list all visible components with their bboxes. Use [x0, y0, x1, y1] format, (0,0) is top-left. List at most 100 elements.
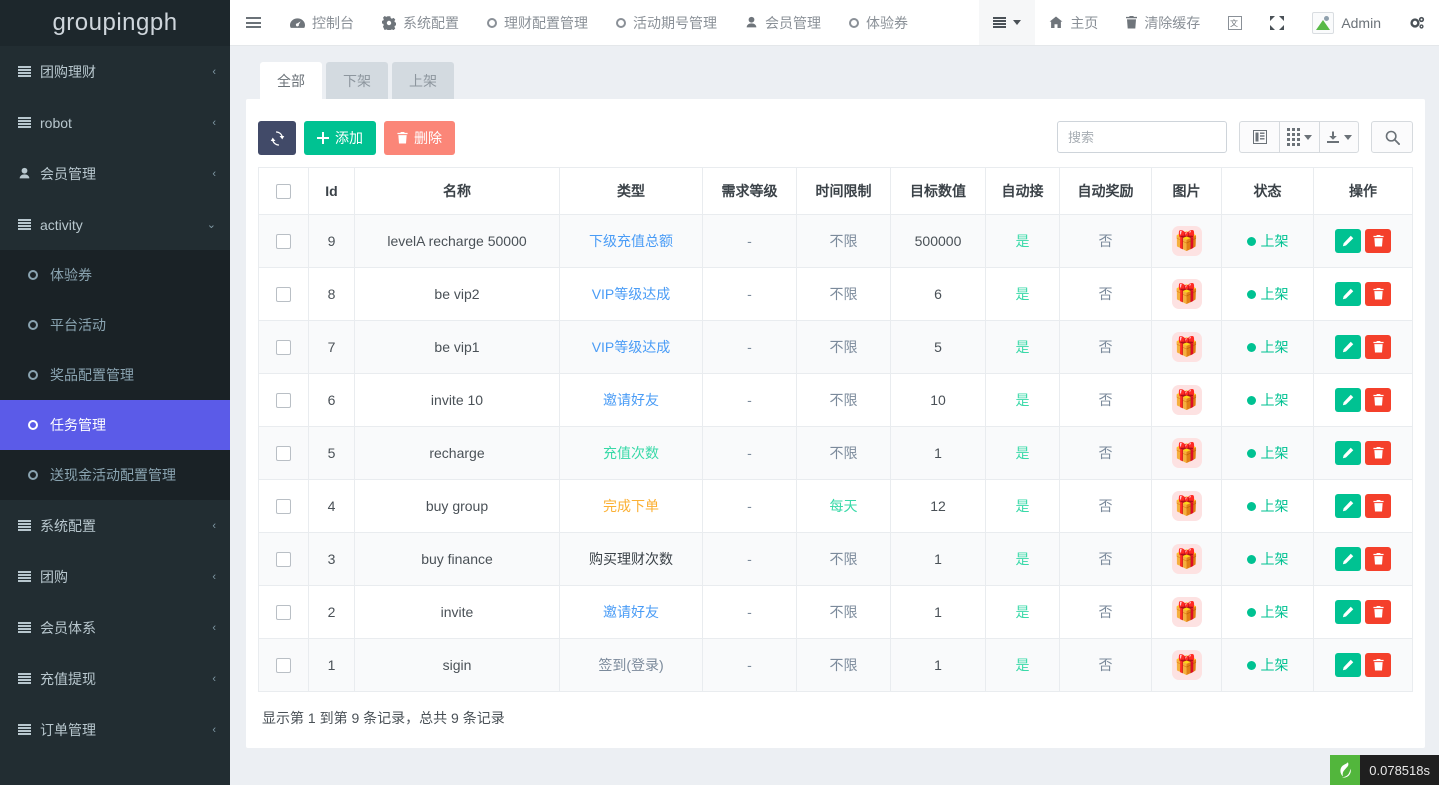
- sidebar-subitem-0[interactable]: 体验券: [0, 250, 230, 300]
- edit-row-button[interactable]: [1335, 547, 1361, 571]
- sidebar-item-after-0[interactable]: 系统配置‹: [0, 500, 230, 551]
- export-dropdown-button[interactable]: [1319, 121, 1359, 153]
- nav-link-4[interactable]: 会员管理: [731, 0, 835, 45]
- delete-button[interactable]: 删除: [384, 121, 455, 155]
- status-dot-icon: [1247, 608, 1256, 617]
- gift-icon[interactable]: 🎁: [1172, 597, 1202, 627]
- gift-icon[interactable]: 🎁: [1172, 279, 1202, 309]
- sidebar-subitem-3[interactable]: 任务管理: [0, 400, 230, 450]
- sidebar-item-after-2[interactable]: 会员体系‹: [0, 602, 230, 653]
- table-row[interactable]: 2invite邀请好友-不限1是否🎁上架: [259, 586, 1413, 639]
- trash-icon: [1373, 447, 1384, 459]
- cell-level: -: [703, 480, 797, 533]
- sidebar-subitem-4[interactable]: 送现金活动配置管理: [0, 450, 230, 500]
- delete-row-button[interactable]: [1365, 547, 1391, 571]
- cell-image: 🎁: [1152, 586, 1222, 639]
- search-input[interactable]: [1057, 121, 1227, 153]
- gift-icon[interactable]: 🎁: [1172, 226, 1202, 256]
- delete-row-button[interactable]: [1365, 229, 1391, 253]
- edit-row-button[interactable]: [1335, 282, 1361, 306]
- nav-fullscreen-button[interactable]: [1256, 0, 1298, 45]
- refresh-button[interactable]: [258, 121, 296, 155]
- delete-row-button[interactable]: [1365, 282, 1391, 306]
- user-menu[interactable]: Admin: [1298, 0, 1395, 45]
- nav-link-2[interactable]: 理财配置管理: [473, 0, 602, 45]
- nav-language-button[interactable]: 文: [1214, 0, 1256, 45]
- delete-row-button[interactable]: [1365, 335, 1391, 359]
- table-row[interactable]: 4buy group完成下单-每天12是否🎁上架: [259, 480, 1413, 533]
- brand-logo[interactable]: groupingph: [0, 0, 230, 46]
- row-checkbox[interactable]: [276, 446, 291, 461]
- status-dot-icon: [1247, 555, 1256, 564]
- nav-clear-cache-button[interactable]: 清除缓存: [1112, 0, 1214, 45]
- delete-row-button[interactable]: [1365, 494, 1391, 518]
- nav-more-dropdown[interactable]: [979, 0, 1035, 45]
- gift-icon[interactable]: 🎁: [1172, 544, 1202, 574]
- debugbar[interactable]: 0.078518s: [1330, 755, 1439, 785]
- sidebar-item-0[interactable]: 团购理财‹: [0, 46, 230, 97]
- delete-row-button[interactable]: [1365, 388, 1391, 412]
- row-checkbox[interactable]: [276, 552, 291, 567]
- delete-row-button[interactable]: [1365, 441, 1391, 465]
- cell-id: 4: [309, 480, 355, 533]
- sidebar-item-2[interactable]: 会员管理‹: [0, 148, 230, 199]
- gift-icon[interactable]: 🎁: [1172, 385, 1202, 415]
- add-button[interactable]: 添加: [304, 121, 376, 155]
- tab-1[interactable]: 下架: [326, 62, 388, 99]
- row-checkbox[interactable]: [276, 605, 291, 620]
- tab-0[interactable]: 全部: [260, 62, 322, 99]
- select-all-checkbox[interactable]: [276, 184, 291, 199]
- gift-icon[interactable]: 🎁: [1172, 438, 1202, 468]
- row-checkbox[interactable]: [276, 499, 291, 514]
- gift-icon[interactable]: 🎁: [1172, 491, 1202, 521]
- nav-settings-button[interactable]: [1395, 0, 1439, 45]
- gift-icon[interactable]: 🎁: [1172, 650, 1202, 680]
- sidebar-item-1[interactable]: robot‹: [0, 97, 230, 148]
- edit-row-button[interactable]: [1335, 494, 1361, 518]
- cell-id: 9: [309, 215, 355, 268]
- sidebar-item-after-1[interactable]: 团购‹: [0, 551, 230, 602]
- nav-link-3[interactable]: 活动期号管理: [602, 0, 731, 45]
- table-row[interactable]: 6invite 10邀请好友-不限10是否🎁上架: [259, 374, 1413, 427]
- delete-row-button[interactable]: [1365, 600, 1391, 624]
- sidebar-subitem-2[interactable]: 奖品配置管理: [0, 350, 230, 400]
- row-checkbox[interactable]: [276, 658, 291, 673]
- nav-link-1[interactable]: 系统配置: [368, 0, 473, 45]
- nav-link-label: 理财配置管理: [504, 13, 588, 33]
- table-row[interactable]: 8be vip2VIP等级达成-不限6是否🎁上架: [259, 268, 1413, 321]
- table-row[interactable]: 9levelA recharge 50000下级充值总额-不限500000是否🎁…: [259, 215, 1413, 268]
- row-checkbox[interactable]: [276, 393, 291, 408]
- edit-row-button[interactable]: [1335, 229, 1361, 253]
- edit-row-button[interactable]: [1335, 653, 1361, 677]
- columns-toggle-button[interactable]: [1239, 121, 1279, 153]
- sidebar-toggle-button[interactable]: [230, 0, 276, 45]
- table-row[interactable]: 7be vip1VIP等级达成-不限5是否🎁上架: [259, 321, 1413, 374]
- gift-icon[interactable]: 🎁: [1172, 332, 1202, 362]
- sidebar-item-after-4[interactable]: 订单管理‹: [0, 704, 230, 755]
- status-label: 上架: [1261, 655, 1289, 675]
- grid-columns-dropdown-button[interactable]: [1279, 121, 1319, 153]
- edit-row-button[interactable]: [1335, 600, 1361, 624]
- search-button[interactable]: [1371, 121, 1413, 153]
- status-label: 上架: [1261, 231, 1289, 251]
- table-row[interactable]: 1sigin签到(登录)-不限1是否🎁上架: [259, 639, 1413, 692]
- app-root: groupingph 团购理财‹robot‹会员管理‹activity⌄体验券平…: [0, 0, 1439, 785]
- sidebar-item-after-3[interactable]: 充值提现‹: [0, 653, 230, 704]
- nav-link-0[interactable]: 控制台: [276, 0, 368, 45]
- trash-icon: [1373, 659, 1384, 671]
- row-checkbox[interactable]: [276, 340, 291, 355]
- table-row[interactable]: 3buy finance购买理财次数-不限1是否🎁上架: [259, 533, 1413, 586]
- delete-row-button[interactable]: [1365, 653, 1391, 677]
- edit-row-button[interactable]: [1335, 335, 1361, 359]
- row-checkbox[interactable]: [276, 234, 291, 249]
- nav-link-label: 体验券: [866, 13, 908, 33]
- edit-row-button[interactable]: [1335, 441, 1361, 465]
- sidebar-item-3[interactable]: activity⌄: [0, 199, 230, 250]
- tab-2[interactable]: 上架: [392, 62, 454, 99]
- edit-row-button[interactable]: [1335, 388, 1361, 412]
- sidebar-subitem-1[interactable]: 平台活动: [0, 300, 230, 350]
- row-checkbox[interactable]: [276, 287, 291, 302]
- nav-home-button[interactable]: 主页: [1035, 0, 1112, 45]
- nav-link-5[interactable]: 体验券: [835, 0, 922, 45]
- table-row[interactable]: 5recharge充值次数-不限1是否🎁上架: [259, 427, 1413, 480]
